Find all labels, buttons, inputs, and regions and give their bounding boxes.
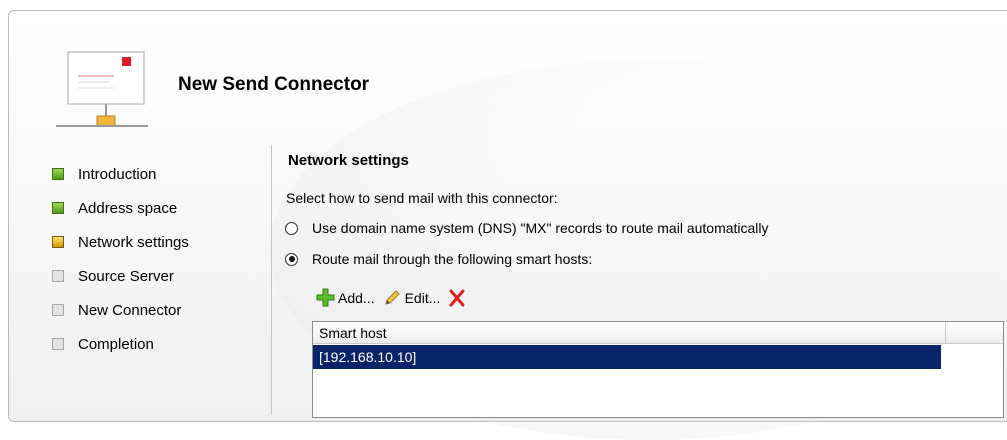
section-title: Network settings: [288, 152, 409, 169]
smart-host-toolbar: Add... Edit...: [316, 288, 477, 307]
red-x-icon: [449, 289, 465, 306]
step-pending-icon: [52, 304, 64, 316]
send-connector-network-icon: [56, 51, 148, 127]
step-complete-icon: [52, 202, 64, 214]
column-header-label: Smart host: [319, 325, 387, 341]
instructions-text: Select how to send mail with this connec…: [286, 190, 558, 206]
step-pending-icon: [52, 338, 64, 350]
step-complete-icon: [52, 168, 64, 180]
nav-step-label: Completion: [78, 335, 154, 353]
dns-mx-option[interactable]: Use domain name system (DNS) "MX" record…: [285, 220, 769, 236]
dns-mx-radio[interactable]: [285, 221, 298, 235]
nav-step-label: New Connector: [78, 301, 182, 319]
nav-step-label: Network settings: [78, 233, 189, 251]
add-button[interactable]: Add...: [316, 288, 375, 307]
remove-button[interactable]: [448, 289, 469, 307]
edit-label: Edit...: [404, 289, 441, 306]
nav-divider: [271, 145, 272, 415]
wizard-steps-nav: Introduction Address space Network setti…: [52, 157, 189, 361]
edit-button[interactable]: Edit...: [383, 288, 441, 307]
smart-hosts-radio[interactable]: [285, 252, 298, 266]
smart-host-column-header[interactable]: Smart host: [313, 322, 1003, 344]
edit-pencil-icon: [384, 290, 400, 305]
nav-step-address-space[interactable]: Address space: [52, 191, 189, 225]
step-pending-icon: [52, 270, 64, 282]
column-divider: [945, 322, 946, 343]
step-current-icon: [52, 236, 64, 248]
wizard-title: New Send Connector: [178, 74, 370, 95]
nav-step-source-server[interactable]: Source Server: [52, 259, 189, 293]
nav-step-label: Address space: [78, 199, 178, 217]
nav-step-introduction[interactable]: Introduction: [52, 157, 189, 191]
smart-hosts-label: Route mail through the following smart h…: [312, 251, 593, 267]
add-label: Add...: [338, 289, 375, 306]
dns-mx-label: Use domain name system (DNS) "MX" record…: [312, 220, 769, 236]
smart-hosts-option[interactable]: Route mail through the following smart h…: [285, 251, 592, 267]
table-row[interactable]: [192.168.10.10]: [313, 345, 941, 369]
nav-step-label: Introduction: [78, 165, 157, 183]
smart-host-list[interactable]: Smart host [192.168.10.10]: [312, 321, 1004, 418]
nav-step-network-settings[interactable]: Network settings: [52, 225, 189, 259]
nav-step-new-connector[interactable]: New Connector: [52, 293, 189, 327]
add-plus-icon: [316, 288, 335, 307]
nav-step-completion[interactable]: Completion: [52, 327, 189, 361]
nav-step-label: Source Server: [78, 267, 174, 285]
